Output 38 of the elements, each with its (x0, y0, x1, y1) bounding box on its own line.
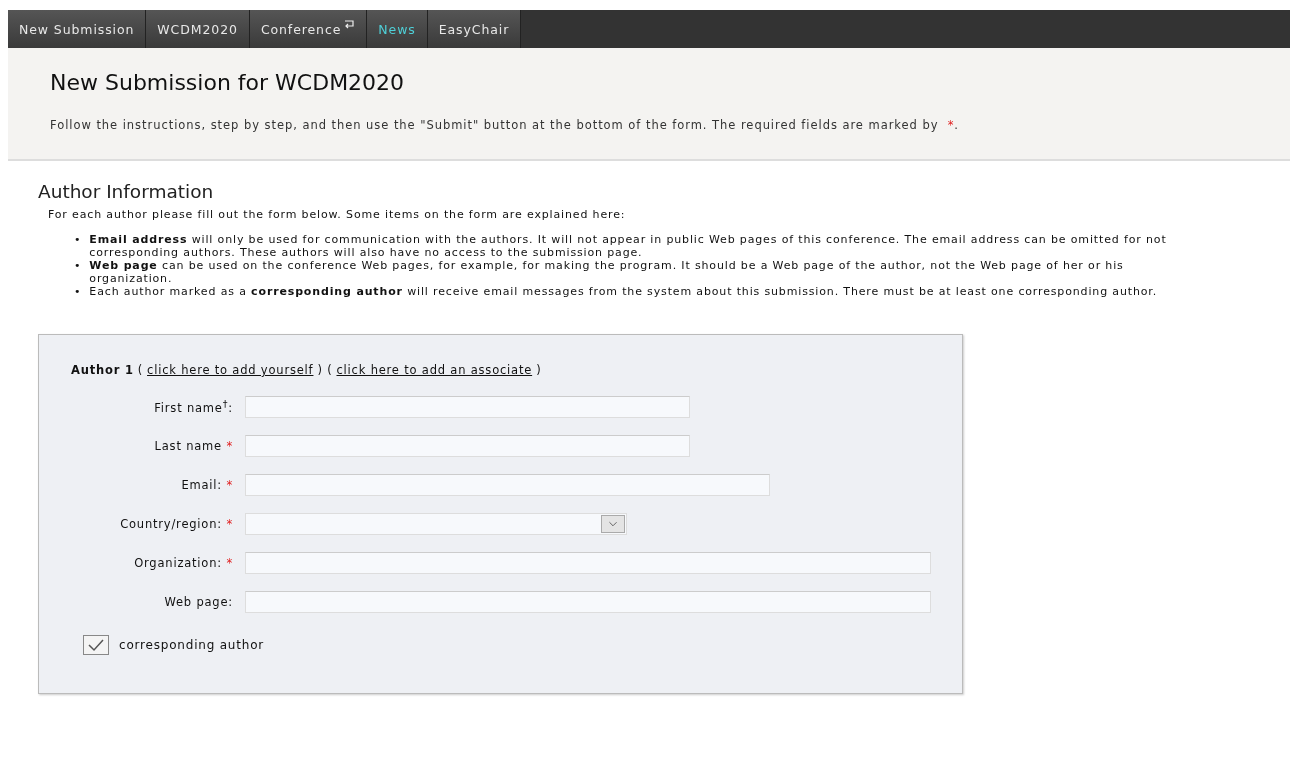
add-author-link[interactable]: click here to add an associate (336, 363, 533, 377)
parenthesis-text: ) ( (317, 363, 333, 377)
field-label: First name$^{†}$: (153, 398, 234, 415)
bullet-marker: • (74, 285, 82, 298)
input-field[interactable] (245, 551, 931, 574)
bullet-marker: • (74, 259, 82, 274)
input-field[interactable] (245, 473, 770, 496)
field-label: Last name * (153, 438, 234, 453)
country-select[interactable] (245, 512, 627, 535)
field-label: Web page: (163, 594, 234, 609)
add-author-link[interactable]: click here to add yourself (147, 363, 314, 377)
parenthesis-text: ( (137, 363, 144, 377)
menu-tab[interactable]: WCDM2020 (146, 10, 250, 48)
input-field[interactable] (245, 395, 690, 418)
input-field[interactable] (245, 590, 931, 613)
field-label: Email: * (180, 477, 234, 492)
checkbox[interactable] (83, 635, 109, 655)
input-field[interactable] (245, 434, 690, 457)
check-icon (87, 638, 105, 652)
field-label: Organization: * (133, 555, 234, 570)
menu-tab[interactable]: New Submission (8, 10, 147, 48)
intro-text: For each author please fill out the form below. Some items on the form are explained here: (48, 208, 627, 221)
menu-tab[interactable]: Conference (249, 10, 368, 48)
parenthesis-text: ) (536, 363, 542, 377)
page-title: New Submission for WCDM2020 (50, 70, 406, 95)
instructions-text: Follow the instructions, step by step, and then use the "Submit" button at the bottom of the form. The required fields are marked by *. (50, 117, 960, 134)
author-heading: Author 1 (71, 363, 134, 377)
bullet-text: Email address will only be used for communication with the authors. It will not appear in public Web pages of this conference. The email address can be omitted for not corresponding authors. These authors will also have no access to the submission page. (89, 233, 1168, 259)
menu-tab[interactable]: News (367, 10, 428, 48)
bullet-text: Web page can be used on the conference Web pages, for example, for making the program. It should be a Web page of the author, not the Web page of her or his organization. (89, 259, 1125, 285)
section-heading: Author Information (38, 181, 215, 202)
return-arrow-icon (343, 19, 356, 31)
caret-icon (601, 514, 625, 533)
field-label: Country/region: * (119, 516, 234, 531)
checkbox-label: corresponding author (119, 638, 265, 652)
menu-tab[interactable]: EasyChair (427, 10, 522, 48)
bullet-text: Each author marked as a corresponding author will receive email messages from the system about this submission. There must be at least one corresponding author. (89, 285, 1158, 298)
bullet-marker: • (74, 233, 82, 248)
